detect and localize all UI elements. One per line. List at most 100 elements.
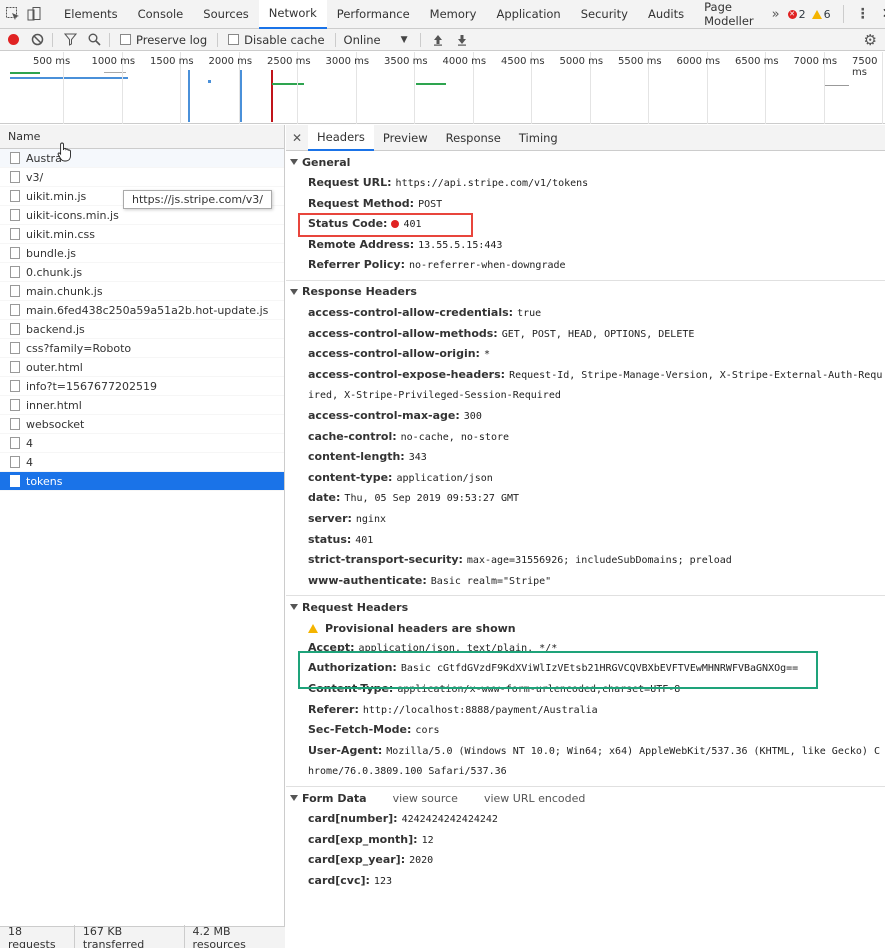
- checkbox-box[interactable]: [120, 34, 131, 45]
- response-header-row: server: nginx: [286, 509, 885, 530]
- request-row[interactable]: 0.chunk.js: [0, 263, 284, 282]
- request-row[interactable]: 4: [0, 434, 284, 453]
- tab-preview[interactable]: Preview: [374, 125, 437, 151]
- request-name: main.chunk.js: [26, 284, 103, 298]
- tab-sources[interactable]: Sources: [193, 0, 259, 29]
- checkbox-box[interactable]: [228, 34, 240, 45]
- tab-security[interactable]: Security: [571, 0, 638, 29]
- file-icon: [10, 475, 20, 487]
- request-row[interactable]: tokens: [0, 472, 284, 491]
- header-name: card[cvc]:: [308, 873, 370, 887]
- tab-audits[interactable]: Audits: [638, 0, 694, 29]
- tab-memory[interactable]: Memory: [420, 0, 487, 29]
- tab-console[interactable]: Console: [128, 0, 194, 29]
- header-value: nginx: [355, 513, 386, 525]
- file-icon: [10, 456, 20, 468]
- inspect-element-icon[interactable]: [5, 3, 21, 25]
- timeline-tick-label: 4500 ms: [501, 56, 545, 67]
- tab-application[interactable]: Application: [486, 0, 570, 29]
- timeline-tick-label: 6000 ms: [676, 56, 721, 67]
- name-column-label: Name: [8, 130, 41, 143]
- timeline-tick-label: 1000 ms: [91, 56, 136, 67]
- timeline-overview[interactable]: 500 ms 1000 ms 1500 ms 2000 ms 2500 ms 3000 m…: [0, 52, 885, 124]
- overview-bar: [825, 85, 849, 86]
- general-row: Request URL: https://api.stripe.com/v1/to…: [286, 173, 885, 194]
- preserve-log-checkbox[interactable]: Preserve log: [120, 33, 207, 47]
- request-name: websocket: [26, 417, 85, 431]
- request-name: 0.chunk.js: [26, 265, 83, 279]
- request-name: v3/: [26, 170, 44, 184]
- file-icon: [10, 304, 20, 316]
- view-source-link[interactable]: view source: [393, 792, 458, 805]
- response-header-rows: access-control-allow-credentials: true acc…: [286, 303, 885, 591]
- response-headers-section-header[interactable]: Response Headers: [286, 281, 885, 303]
- search-icon: [88, 33, 101, 46]
- overview-bar: [272, 83, 304, 85]
- request-row[interactable]: v3/: [0, 168, 284, 187]
- url-tooltip: https://js.stripe.com/v3/: [123, 190, 272, 209]
- preserve-log-label: Preserve log: [136, 32, 208, 47]
- error-counter[interactable]: ✕ 2: [787, 8, 806, 21]
- record-button[interactable]: [2, 29, 24, 51]
- request-row[interactable]: info?t=1567677202519: [0, 377, 284, 396]
- timeline-tick-label: 7000 ms: [793, 56, 838, 67]
- overview-bar: [416, 83, 446, 85]
- request-row[interactable]: outer.html: [0, 358, 284, 377]
- settings-icon[interactable]: ⚙: [864, 31, 877, 49]
- throttling-select[interactable]: Online ▼: [344, 33, 408, 47]
- more-tabs-icon[interactable]: »: [764, 0, 788, 29]
- tab-response[interactable]: Response: [437, 125, 510, 151]
- header-value: Mozilla/5.0 (Windows NT 10.0; Win64; x64…: [308, 745, 880, 778]
- tab-performance[interactable]: Performance: [327, 0, 420, 29]
- filter-icon: [63, 33, 77, 46]
- timeline-tick-label: 4000 ms: [442, 56, 487, 67]
- response-header-row: access-control-max-age: 300: [286, 406, 885, 427]
- request-row[interactable]: Austra: [0, 149, 284, 168]
- general-section-header[interactable]: General: [286, 151, 885, 173]
- filter-button[interactable]: [59, 29, 81, 51]
- import-har-button[interactable]: [427, 29, 449, 51]
- section-title: General: [302, 155, 351, 169]
- close-details-icon[interactable]: ✕: [286, 131, 308, 145]
- request-row[interactable]: backend.js: [0, 320, 284, 339]
- clear-button[interactable]: [26, 29, 48, 51]
- request-headers-section-header[interactable]: Request Headers: [286, 596, 885, 618]
- request-name: uikit.min.js: [26, 189, 87, 203]
- request-row[interactable]: css?family=Roboto: [0, 339, 284, 358]
- tab-elements[interactable]: Elements: [54, 0, 128, 29]
- request-name: outer.html: [26, 360, 83, 374]
- console-counters[interactable]: ✕ 2 6 ⋮ ✕: [787, 5, 885, 23]
- header-name: cache-control:: [308, 429, 397, 443]
- request-row[interactable]: inner.html: [0, 396, 284, 415]
- requests-count: 18 requests: [0, 924, 75, 948]
- request-headers-section: Request Headers Provisional headers are …: [286, 596, 885, 788]
- request-name: bundle.js: [26, 246, 77, 260]
- request-row[interactable]: main.6fed438c250a59a51a2b.hot-update.js: [0, 301, 284, 320]
- divider: [842, 5, 844, 23]
- tab-page-modeller[interactable]: Page Modeller: [694, 0, 764, 29]
- device-toolbar-icon[interactable]: [26, 3, 42, 25]
- header-name: Referrer Policy:: [308, 258, 405, 272]
- form-data-section-header[interactable]: Form Data view source view URL encoded: [286, 787, 885, 809]
- warning-counter[interactable]: 6: [811, 8, 831, 21]
- tab-timing[interactable]: Timing: [510, 125, 567, 151]
- file-icon: [10, 418, 20, 430]
- request-row[interactable]: 4: [0, 453, 284, 472]
- search-button[interactable]: [83, 29, 105, 51]
- name-column-header[interactable]: Name: [0, 125, 284, 149]
- warning-icon: [308, 623, 318, 633]
- kebab-menu-icon[interactable]: ⋮: [856, 6, 870, 22]
- request-row[interactable]: websocket: [0, 415, 284, 434]
- tab-headers[interactable]: Headers: [308, 125, 374, 151]
- close-icon[interactable]: ✕: [882, 6, 885, 22]
- header-name: User-Agent:: [308, 743, 383, 757]
- export-har-button[interactable]: [451, 29, 473, 51]
- tab-network[interactable]: Network: [258, 0, 327, 29]
- request-row[interactable]: uikit.min.css: [0, 225, 284, 244]
- disable-cache-checkbox[interactable]: Disable cache: [228, 33, 325, 47]
- warning-icon: [811, 9, 822, 19]
- request-row[interactable]: bundle.js: [0, 244, 284, 263]
- detail-tab-list: Headers Preview Response Timing: [308, 125, 567, 151]
- view-url-encoded-link[interactable]: view URL encoded: [484, 792, 585, 805]
- request-row[interactable]: main.chunk.js: [0, 282, 284, 301]
